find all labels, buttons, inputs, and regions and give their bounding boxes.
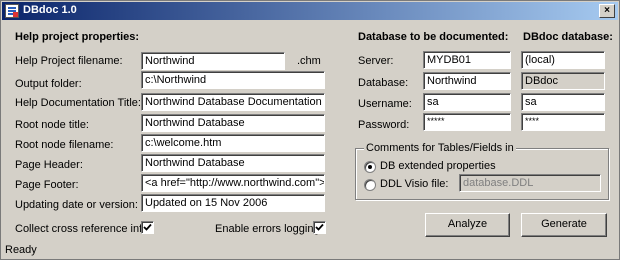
help-doc-title-input[interactable]: Northwind Database Documentation xyxy=(141,93,325,111)
page-footer-input[interactable]: <a href="http://www.northwind.com">(c) 2… xyxy=(141,174,325,192)
page-header-input[interactable]: Northwind Database xyxy=(141,154,325,172)
username-input[interactable]: sa xyxy=(423,93,511,111)
root-node-filename-input[interactable]: c:\welcome.htm xyxy=(141,134,325,152)
root-node-filename-label: Root node filename: xyxy=(15,139,114,151)
window-title: DBdoc 1.0 xyxy=(23,4,77,16)
checkmark-icon xyxy=(143,223,152,231)
dbdoc-database-input[interactable]: DBdoc xyxy=(521,72,605,90)
cross-reference-checkbox[interactable] xyxy=(141,221,154,234)
database-input[interactable]: Northwind xyxy=(423,72,511,90)
help-project-heading: Help project properties: xyxy=(15,31,140,43)
visio-file-input[interactable]: database.DDL xyxy=(459,174,601,192)
dbdoc-username-input[interactable]: sa xyxy=(521,93,605,111)
title-bar: DBdoc 1.0 × xyxy=(2,2,618,20)
help-project-filename-label: Help Project filename: xyxy=(15,55,123,67)
server-label: Server: xyxy=(358,55,394,67)
database-label: Database: xyxy=(358,77,409,89)
errors-logging-checkbox[interactable] xyxy=(313,221,326,234)
chm-suffix: .chm xyxy=(297,55,321,67)
analyze-button[interactable]: Analyze xyxy=(425,213,510,237)
extended-properties-radio[interactable] xyxy=(364,161,376,173)
dbdoc-database-heading: DBdoc database: xyxy=(523,31,613,43)
help-project-filename-input[interactable]: Northwind xyxy=(141,52,285,70)
dbdoc-window: DBdoc 1.0 × Help project properties: Hel… xyxy=(0,0,620,260)
status-text: Ready xyxy=(5,244,37,256)
comments-group: Comments for Tables/Fields in DB extende… xyxy=(355,142,609,200)
page-header-label: Page Header: xyxy=(15,159,83,171)
password-label: Password: xyxy=(358,119,410,131)
close-button[interactable]: × xyxy=(599,4,615,18)
username-label: Username: xyxy=(358,98,412,110)
database-heading: Database to be documented: xyxy=(358,31,509,43)
checkmark-icon xyxy=(315,223,324,231)
app-icon xyxy=(5,4,19,18)
extended-properties-label: DB extended properties xyxy=(380,160,496,172)
comments-group-title: Comments for Tables/Fields in xyxy=(364,142,516,154)
visio-file-radio[interactable] xyxy=(364,179,376,191)
server-input[interactable]: MYDB01 xyxy=(423,51,511,69)
output-folder-label: Output folder: xyxy=(15,78,82,90)
updating-date-input[interactable]: Updated on 15 Nov 2006 xyxy=(141,194,325,212)
generate-button[interactable]: Generate xyxy=(521,213,607,237)
updating-date-label: Updating date or version: xyxy=(15,199,138,211)
page-footer-label: Page Footer: xyxy=(15,179,79,191)
cross-reference-label: Collect cross reference info xyxy=(15,223,149,235)
root-node-title-input[interactable]: Northwind Database xyxy=(141,114,325,132)
help-doc-title-label: Help Documentation Title: xyxy=(15,97,141,109)
dbdoc-server-input[interactable]: (local) xyxy=(521,51,605,69)
errors-logging-label: Enable errors logging xyxy=(215,223,320,235)
dbdoc-password-input[interactable]: **** xyxy=(521,113,605,131)
password-input[interactable]: ***** xyxy=(423,113,511,131)
output-folder-input[interactable]: c:\Northwind xyxy=(141,71,325,89)
root-node-title-label: Root node title: xyxy=(15,119,89,131)
visio-file-label: DDL Visio file: xyxy=(380,178,449,190)
